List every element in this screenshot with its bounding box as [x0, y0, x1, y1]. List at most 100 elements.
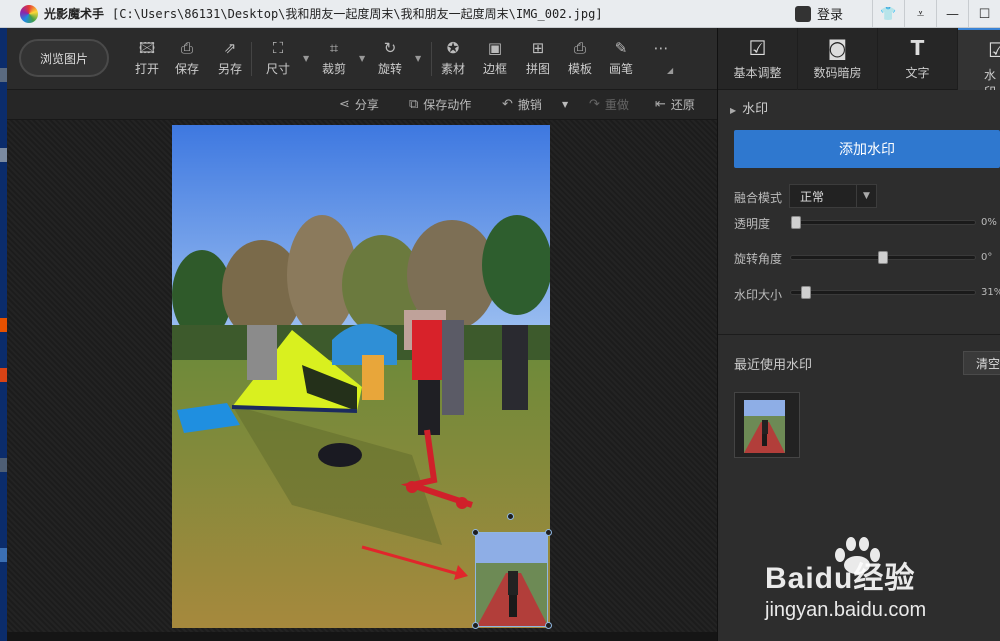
title-bar: 光影魔术手 [C:\Users\86131\Desktop\我和朋友一起度周末\…: [0, 0, 1000, 28]
size-slider[interactable]: [790, 286, 976, 299]
resize-label: 尺寸: [265, 62, 290, 76]
baidu-logo-text: Baidu经验: [765, 562, 916, 595]
login-button[interactable]: 登录: [795, 4, 843, 23]
tab-basic-adjust[interactable]: ☑ 基本调整: [718, 28, 798, 90]
watermark-handle-tl[interactable]: [472, 529, 479, 536]
save-as-button[interactable]: ⇗ 另存: [212, 38, 248, 77]
panel-divider: [718, 334, 1000, 335]
opacity-label: 透明度: [734, 217, 771, 231]
border-label: 边框: [482, 62, 507, 76]
section-header[interactable]: ▶ 水印: [730, 98, 768, 117]
browse-images-button[interactable]: 浏览图片: [19, 39, 109, 77]
text-icon: T: [910, 36, 925, 60]
recent-watermarks-title: 最近使用水印: [734, 358, 813, 373]
rotation-slider-knob[interactable]: [878, 251, 888, 264]
user-icon: [795, 5, 811, 22]
tab-darkroom-label: 数码暗房: [813, 66, 862, 80]
crop-icon: ⌗: [329, 39, 339, 57]
blend-mode-value: 正常: [800, 189, 825, 204]
blend-mode-label: 融合模式: [734, 191, 783, 205]
template-icon: ⎙: [573, 39, 586, 57]
undo-dropdown-icon[interactable]: ▼: [562, 100, 568, 109]
file-path: [C:\Users\86131\Desktop\我和朋友一起度周末\我和朋友一起…: [112, 7, 603, 21]
size-value: 31%: [981, 287, 1000, 298]
resize-button[interactable]: ⛶ 尺寸: [260, 38, 296, 77]
undo-button[interactable]: ↶ 撤销: [502, 96, 542, 113]
resize-icon: ⛶: [272, 39, 284, 57]
redo-label: 重做: [604, 98, 629, 112]
save-action-button[interactable]: ⧉ 保存动作: [409, 96, 471, 113]
rotate-button[interactable]: ↻ 旋转: [372, 38, 408, 77]
collapse-arrow-icon: ▶: [730, 106, 737, 115]
skin-button[interactable]: 👕: [872, 0, 904, 28]
more-button[interactable]: ⋯: [643, 38, 679, 58]
tab-watermark[interactable]: ☑ 水印: [958, 28, 1000, 90]
clear-button[interactable]: 清空: [963, 351, 1000, 375]
desktop-edge: [0, 28, 7, 641]
open-button[interactable]: 🖾 打开: [129, 38, 165, 77]
maximize-button[interactable]: ☐: [968, 0, 1000, 28]
rotate-label: 旋转: [377, 62, 402, 76]
watermark-icon: ☑: [988, 38, 1000, 62]
share-icon: ⋖: [339, 97, 350, 112]
expand-corner-icon[interactable]: ◢: [667, 66, 673, 75]
size-slider-knob[interactable]: [801, 286, 811, 299]
menu-dropdown-button[interactable]: ⩡: [904, 0, 936, 28]
save-as-icon: ⇗: [223, 39, 237, 57]
open-icon: 🖾: [138, 39, 156, 57]
watermark-overlay[interactable]: [475, 532, 548, 627]
status-strip: [7, 632, 717, 641]
toolbar-divider: [251, 42, 252, 76]
add-watermark-button[interactable]: 添加水印: [734, 130, 1000, 168]
collage-icon: ⊞: [531, 39, 545, 57]
minimize-button[interactable]: —: [936, 0, 968, 28]
baidu-watermark: Baidu经验 jingyan.baidu.com: [765, 535, 926, 622]
size-label: 水印大小: [734, 288, 783, 302]
chevron-down-icon: ▼: [856, 185, 876, 207]
tab-text-label: 文字: [905, 66, 930, 80]
opacity-value: 0%: [981, 217, 997, 228]
watermark-handle-bl[interactable]: [472, 622, 479, 629]
rotate-icon: ↻: [383, 39, 397, 57]
tab-darkroom[interactable]: ◙ 数码暗房: [798, 28, 878, 90]
border-button[interactable]: ▣ 边框: [477, 38, 513, 77]
baidu-url: jingyan.baidu.com: [765, 599, 927, 621]
brush-button[interactable]: ✎ 画笔: [603, 38, 639, 77]
blend-mode-select[interactable]: 正常 ▼: [789, 184, 877, 208]
watermark-handle-br[interactable]: [545, 622, 552, 629]
redo-button[interactable]: ↷ 重做: [589, 96, 629, 113]
crop-label: 裁剪: [321, 62, 346, 76]
material-button[interactable]: ✪ 素材: [435, 38, 471, 77]
adjust-icon: ☑: [748, 36, 767, 60]
rotate-dropdown-icon[interactable]: ▼: [415, 54, 421, 63]
watermark-handle-tr[interactable]: [545, 529, 552, 536]
dropdown-icon: ⩡: [916, 6, 925, 22]
recent-watermark-thumbnail[interactable]: [734, 392, 800, 458]
watermark-rotate-handle[interactable]: [507, 513, 514, 520]
opacity-slider[interactable]: [790, 216, 976, 229]
template-label: 模板: [567, 62, 592, 76]
template-button[interactable]: ⎙ 模板: [562, 38, 598, 77]
opacity-slider-knob[interactable]: [791, 216, 801, 229]
tab-text[interactable]: T 文字: [878, 28, 958, 90]
share-button[interactable]: ⋖ 分享: [339, 96, 379, 113]
collage-button[interactable]: ⊞ 拼图: [520, 38, 556, 77]
section-title: 水印: [742, 102, 769, 117]
camera-icon: ◙: [827, 36, 848, 60]
crop-button[interactable]: ⌗ 裁剪: [316, 38, 352, 77]
app-title: 光影魔术手: [44, 7, 105, 21]
crop-dropdown-icon[interactable]: ▼: [359, 54, 365, 63]
collage-label: 拼图: [525, 62, 550, 76]
material-icon: ✪: [446, 39, 460, 57]
save-action-label: 保存动作: [423, 98, 472, 112]
undo-icon: ↶: [502, 97, 513, 112]
rotation-slider[interactable]: [790, 251, 976, 264]
resize-dropdown-icon[interactable]: ▼: [303, 54, 309, 63]
save-as-label: 另存: [217, 62, 242, 76]
shirt-icon: 👕: [880, 6, 897, 22]
redo-icon: ↷: [589, 97, 600, 112]
save-button[interactable]: ⎙ 保存: [169, 38, 205, 77]
restore-button[interactable]: ⇤ 还原: [655, 96, 695, 113]
border-icon: ▣: [487, 39, 503, 57]
share-label: 分享: [354, 98, 379, 112]
